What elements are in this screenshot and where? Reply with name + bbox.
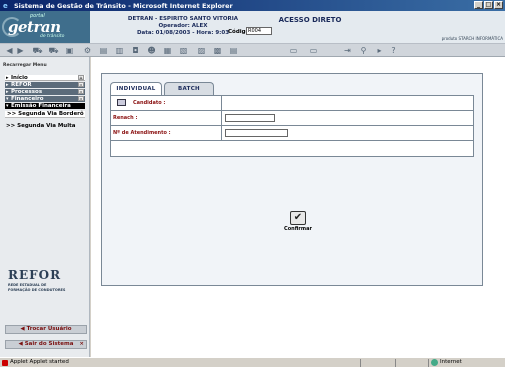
refor-desc-line1: REDE ESTADUAL DE	[8, 283, 47, 287]
status-bar: Applet Applet started Internet	[0, 357, 505, 367]
fine-icon[interactable]: ▨	[196, 46, 207, 55]
folder-icon: ▫	[78, 82, 84, 87]
truck-icon[interactable]: ⛟	[48, 46, 59, 55]
car-front-icon[interactable]: ▤	[98, 46, 109, 55]
column-divider	[221, 111, 222, 125]
maximize-button[interactable]: □	[484, 1, 493, 9]
search-icon[interactable]: ⚲	[358, 46, 369, 55]
recarregar-menu[interactable]: Recarregar Menu	[3, 63, 47, 68]
close-button[interactable]: ×	[494, 1, 503, 9]
confirmar-label: Confirmar	[284, 226, 312, 232]
arrow-left-icon[interactable]: ◀	[4, 46, 15, 55]
applet-icon	[2, 360, 8, 366]
document-icon[interactable]: ▦	[162, 46, 173, 55]
form-row-renach: Renach :	[111, 111, 473, 126]
window-titlebar: e Sistema de Gestão de Trânsito - Micros…	[0, 0, 505, 11]
trocar-usuario-button[interactable]: ◀ Trocar Usuário	[5, 325, 87, 334]
car-icon[interactable]: ⛟	[32, 46, 43, 55]
traffic-icon[interactable]: ▥	[114, 46, 125, 55]
license-icon[interactable]: ▧	[178, 46, 189, 55]
menu-item-label: Processos	[11, 89, 43, 95]
minimize-button[interactable]: _	[474, 1, 483, 9]
getran-logo: portal getran de trânsito	[0, 11, 90, 43]
trocar-usuario-label: Trocar Usuário	[26, 326, 72, 332]
column-divider	[221, 126, 222, 140]
sair-sistema-label: Sair do Sistema	[24, 341, 74, 347]
motorcycle-icon[interactable]: ⚙	[82, 46, 93, 55]
org-name: DETRAN - ESPIRITO SANTO VITORIA	[127, 16, 239, 22]
sidebar: Recarregar Menu ▸ Início ⌂ ▸ REFOR ▫ ▸ P…	[0, 57, 90, 357]
window-controls: _ □ ×	[474, 1, 503, 9]
money-icon[interactable]: ▩	[212, 46, 223, 55]
menu-item-financeiro[interactable]: ▾ Financeiro ▫	[5, 96, 85, 102]
window-title: Sistema de Gestão de Trânsito - Microsof…	[14, 1, 233, 10]
status-text: Applet Applet started	[10, 359, 69, 365]
vehicle-icon[interactable]: ◘	[130, 46, 141, 55]
caret-icon: ▸	[6, 89, 9, 95]
renach-input[interactable]	[225, 114, 275, 122]
toolbar: ◀ ▶ ⛟ ⛟ ▣ ⚙ ▤ ▥ ◘ ☻ ▦ ▧ ▨ ▩ ▤ ▭ ▭ ⇥ ⚲ ▸ …	[0, 43, 505, 57]
menu-item-refor[interactable]: ▸ REFOR ▫	[5, 82, 85, 88]
refor-logo-text: REFOR	[8, 268, 62, 282]
menu-item-processos[interactable]: ▸ Processos ▫	[5, 89, 85, 95]
caret-icon: ▾	[6, 96, 9, 102]
menu-item-label: Financeiro	[11, 96, 44, 102]
close-icon: ×	[79, 341, 84, 347]
internet-zone-icon	[431, 359, 438, 366]
app-header: portal getran de trânsito DETRAN - ESPIR…	[0, 11, 505, 43]
arrow-right-icon[interactable]: ▶	[15, 46, 26, 55]
folder-icon: ▫	[78, 89, 84, 94]
calc-icon[interactable]: ▭	[288, 46, 299, 55]
menu-item-inicio[interactable]: ▸ Início ⌂	[5, 75, 85, 81]
submenu-segunda-via-bordero[interactable]: >> Segunda Via Borderô	[5, 111, 85, 118]
section-title: ACESSO DIRETO	[278, 16, 342, 24]
caret-icon: ▾	[6, 103, 9, 109]
renach-label: Renach :	[113, 115, 138, 121]
header-info: DETRAN - ESPIRITO SANTO VITORIA Operador…	[90, 11, 505, 43]
folder-icon: ▫	[78, 96, 84, 101]
status-divider	[360, 359, 361, 367]
candidate-card-icon	[117, 99, 126, 106]
form-row-candidato: Candidato :	[111, 96, 473, 111]
codigo-input[interactable]	[246, 27, 272, 35]
main-content: INDIVIDUAL BATCH Candidato : Renach : Nº…	[91, 57, 505, 357]
form-row-atendimento: Nº de Atendimento :	[111, 126, 473, 141]
atendimento-label: Nº de Atendimento :	[113, 130, 171, 136]
form-panel: INDIVIDUAL BATCH Candidato : Renach : Nº…	[101, 73, 483, 286]
exit-icon[interactable]: ⇥	[342, 46, 353, 55]
caret-icon: ▸	[6, 75, 9, 81]
refor-logo: REFOR REDE ESTADUAL DE FORMAÇÃO DE CONDU…	[8, 268, 65, 292]
print-icon[interactable]: ▭	[308, 46, 319, 55]
atendimento-input[interactable]	[225, 129, 288, 137]
zone-text: Internet	[440, 359, 462, 365]
logo-tagline: de trânsito	[40, 34, 65, 39]
submenu-segunda-via-multa[interactable]: >> Segunda Via Multa	[6, 123, 75, 129]
search-form: Candidato : Renach : Nº de Atendimento :	[110, 95, 474, 157]
info-icon[interactable]: ▸	[374, 46, 385, 55]
ie-icon: e	[3, 1, 8, 10]
candidato-label: Candidato :	[133, 100, 166, 106]
column-divider	[221, 96, 222, 110]
tab-individual[interactable]: INDIVIDUAL	[110, 82, 162, 95]
confirm-stamp-icon: ✔	[290, 211, 306, 225]
help-icon[interactable]: ?	[388, 46, 399, 55]
tab-batch[interactable]: BATCH	[164, 82, 214, 95]
menu-item-label: REFOR	[11, 82, 32, 88]
status-divider	[428, 359, 429, 367]
sair-sistema-button[interactable]: ◀ Sair do Sistema ×	[5, 340, 87, 349]
person-icon[interactable]: ☻	[146, 46, 157, 55]
refor-desc-line2: FORMAÇÃO DE CONDUTORES	[8, 288, 66, 292]
produto-credit: produto STARCH INFORMÁTICA	[441, 36, 503, 41]
confirmar-button[interactable]: ✔ Confirmar	[283, 211, 313, 232]
status-divider	[395, 359, 396, 367]
menu-item-label: Emissão Financeira	[11, 103, 71, 109]
chart-icon[interactable]: ▤	[228, 46, 239, 55]
home-icon: ⌂	[78, 75, 84, 80]
menu-item-emissao-financeira[interactable]: ▾ Emissão Financeira	[5, 103, 85, 109]
menu-item-label: Início	[11, 75, 28, 81]
caret-icon: ▸	[6, 82, 9, 88]
bus-icon[interactable]: ▣	[64, 46, 75, 55]
